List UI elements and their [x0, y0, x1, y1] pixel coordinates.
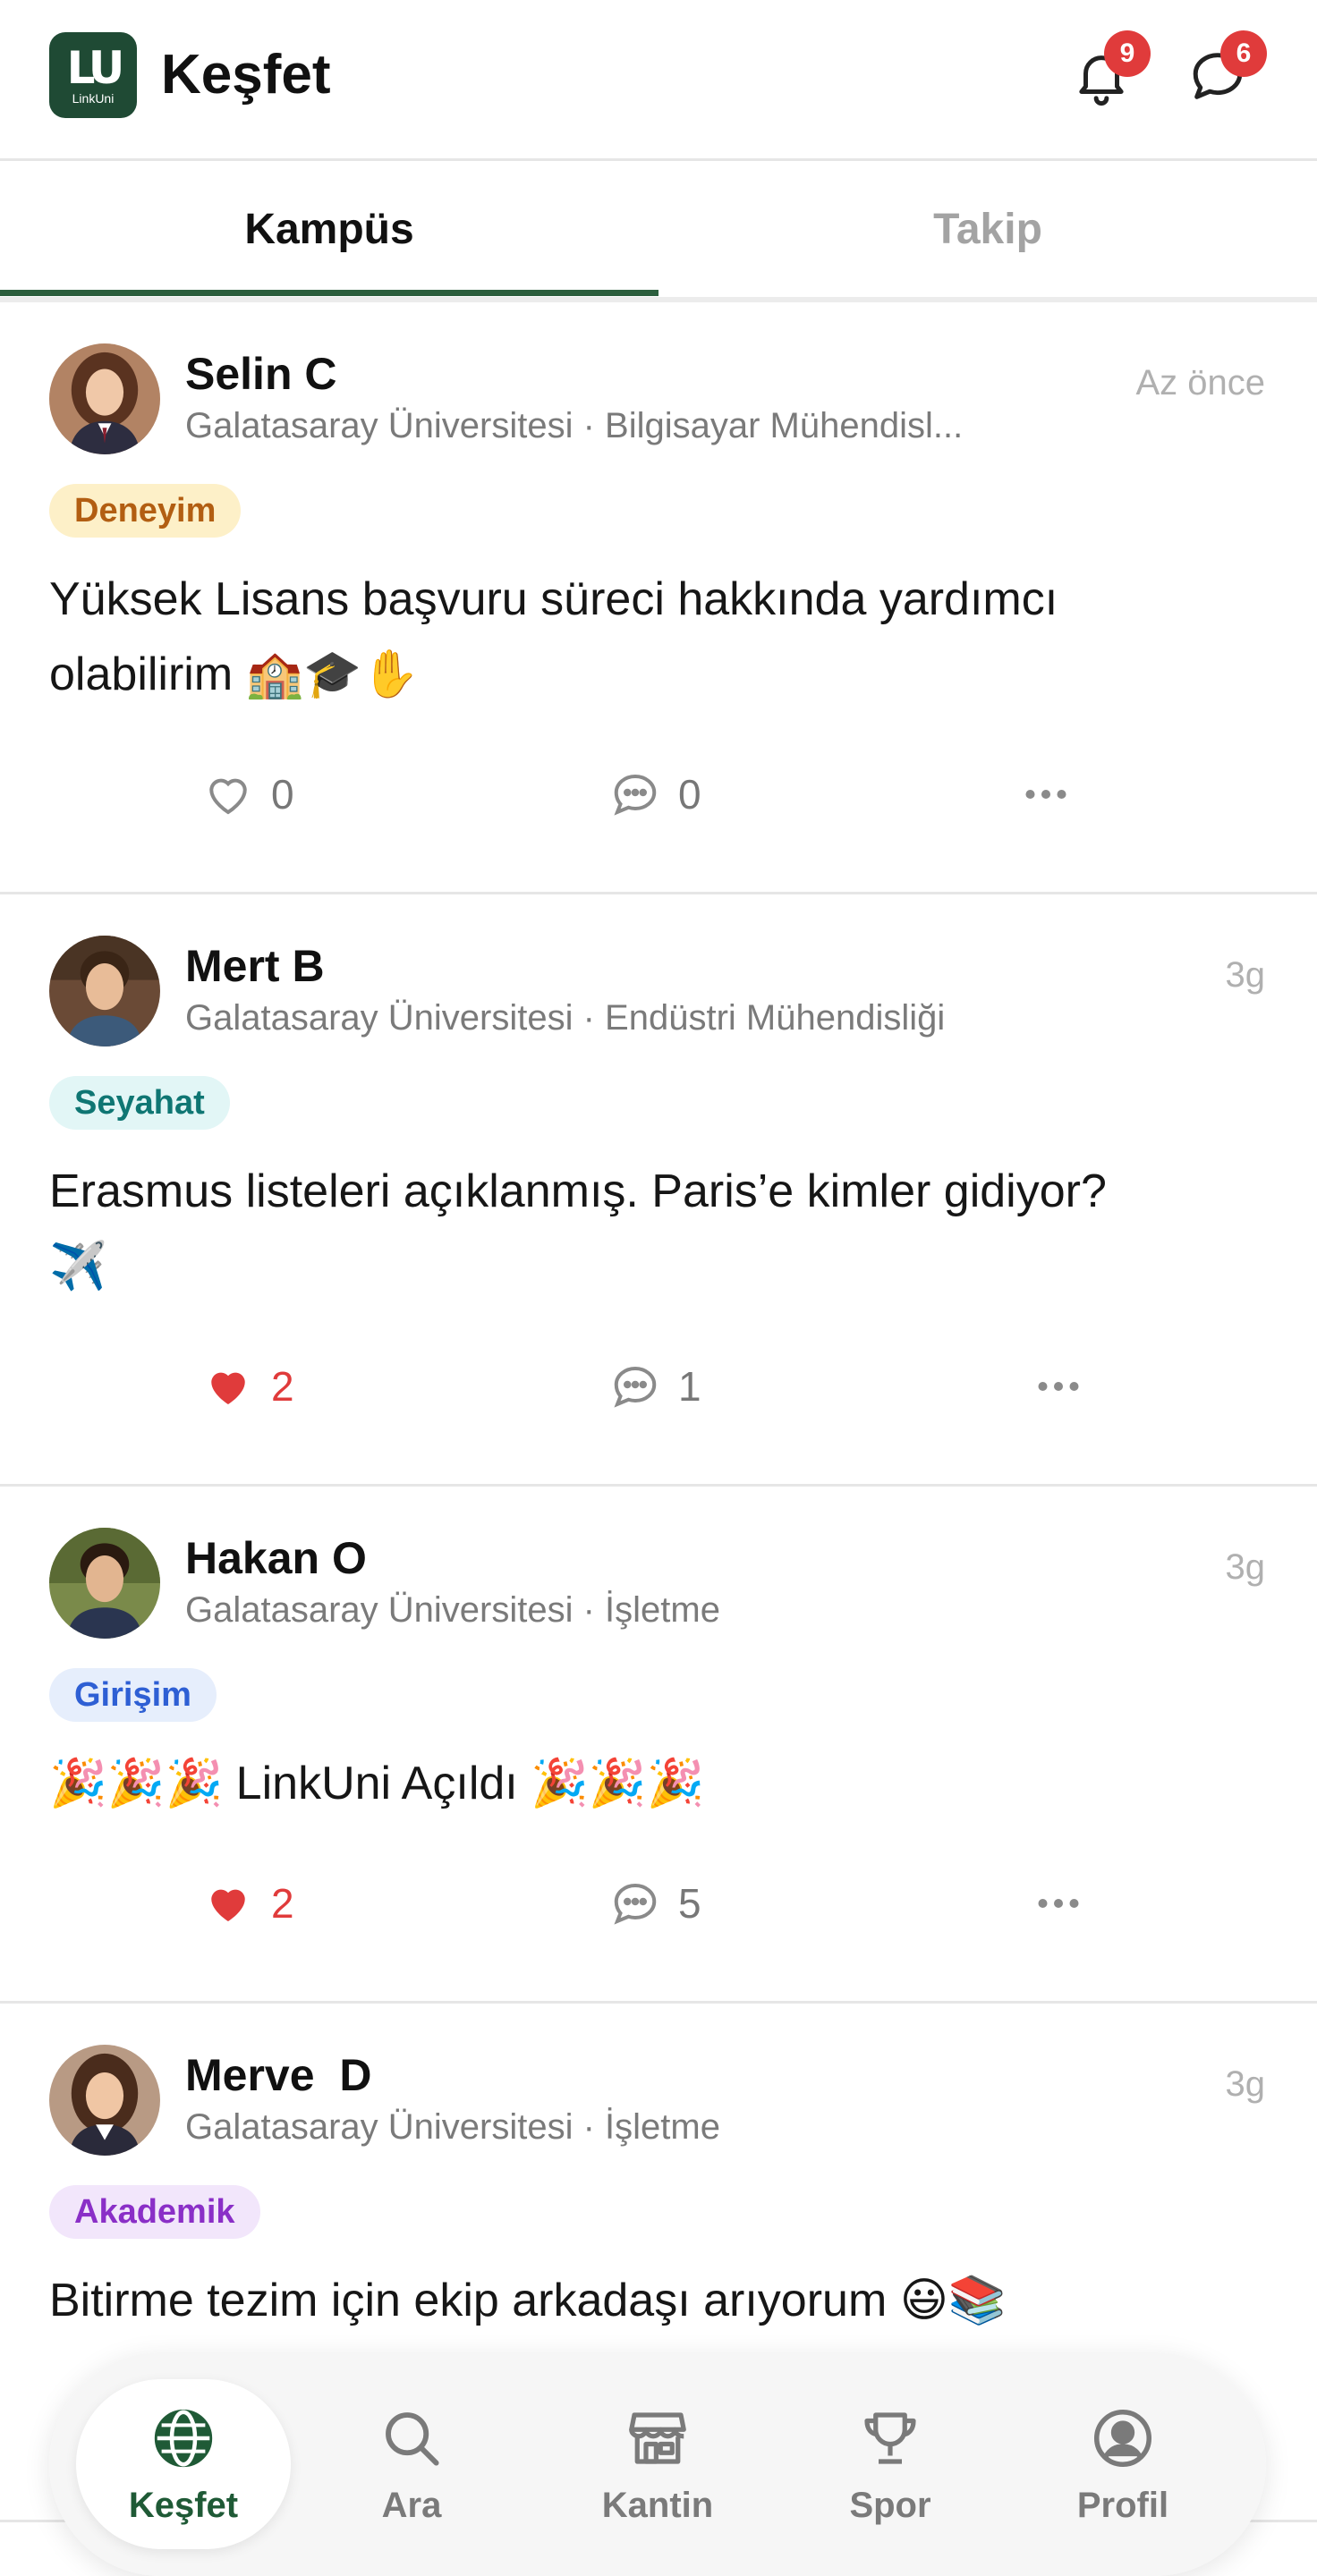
search-icon [386, 2411, 439, 2466]
nav-item-kesfet[interactable]: Keşfet [76, 2379, 291, 2549]
post-time: 3g [1225, 2064, 1266, 2104]
post-actions: 2 5 [0, 1868, 1317, 1939]
comment-button[interactable]: 0 [608, 758, 701, 830]
category-tag[interactable]: Girişim [49, 1668, 217, 1722]
post-card[interactable]: Hakan O Galatasaray Üniversitesi · İşlet… [0, 1487, 1317, 2004]
page-title: Keşfet [161, 44, 331, 106]
like-button[interactable]: 2 [201, 1351, 294, 1422]
like-count: 2 [271, 1363, 294, 1410]
category-tag[interactable]: Akademik [49, 2185, 260, 2239]
tab-takip[interactable]: Takip [658, 161, 1317, 297]
avatar[interactable] [49, 1528, 160, 1639]
post-text-line: olabilirim 🏫🎓✋ [49, 648, 420, 700]
comment-button[interactable]: 5 [608, 1868, 701, 1939]
trophy-icon [864, 2411, 916, 2464]
messages-badge: 6 [1220, 30, 1267, 77]
nav-label: Kantin [601, 2485, 714, 2525]
comment-count: 1 [678, 1363, 701, 1410]
avatar[interactable] [49, 2045, 160, 2156]
post-time: 3g [1225, 955, 1266, 995]
heart-filled-icon [211, 1889, 245, 1921]
logo-subtext: LinkUni [72, 91, 115, 106]
comment-count: 0 [678, 771, 701, 818]
nav-label: Keşfet [128, 2485, 239, 2525]
like-count: 2 [271, 1880, 294, 1927]
feed-tabs: Kampüs Takip [0, 161, 1317, 302]
messages-button[interactable]: 6 [1186, 30, 1267, 116]
nav-item-ara[interactable]: Ara [304, 2379, 519, 2549]
author-name[interactable]: Selin C [185, 347, 336, 401]
post-text-line: Bitirme tezim için ekip arkadaşı arıyoru… [49, 2275, 1007, 2326]
avatar[interactable] [49, 343, 160, 454]
tab-kampus[interactable]: Kampüs [0, 161, 658, 297]
linkuni-logo[interactable]: LU LinkUni [49, 32, 137, 118]
store-icon [629, 2411, 686, 2464]
comment-icon [614, 774, 657, 816]
author-name[interactable]: Merve D [185, 2048, 371, 2102]
active-tab-indicator [0, 290, 658, 296]
avatar[interactable] [49, 936, 160, 1046]
post-text-line: 🎉🎉🎉 LinkUni Açıldı 🎉🎉🎉 [49, 1758, 705, 1809]
post-text: 🎉🎉🎉 LinkUni Açıldı 🎉🎉🎉 [49, 1746, 1266, 1821]
post-time: 3g [1225, 1547, 1266, 1587]
post-text: Bitirme tezim için ekip arkadaşı arıyoru… [49, 2263, 1266, 2338]
heart-outline-icon [209, 778, 247, 815]
logo-text: LU [66, 42, 125, 94]
nav-label: Ara [381, 2485, 442, 2525]
bottom-navigation: Keşfet Ara Kantin Spor Profil [49, 2352, 1266, 2576]
post-card[interactable]: Selin C Galatasaray Üniversitesi · Bilgi… [0, 302, 1317, 894]
post-card[interactable]: Mert B Galatasaray Üniversitesi · Endüst… [0, 894, 1317, 1487]
nav-label: Spor [849, 2485, 931, 2525]
nav-item-spor[interactable]: Spor [783, 2379, 998, 2549]
more-dots-icon [1025, 790, 1066, 799]
comment-button[interactable]: 1 [608, 1351, 701, 1422]
heart-filled-icon [211, 1372, 245, 1404]
author-meta: Galatasaray Üniversitesi · Bilgisayar Mü… [185, 406, 964, 445]
notifications-button[interactable]: 9 [1070, 30, 1151, 116]
more-options-button[interactable] [1031, 1351, 1102, 1422]
app-header: LU LinkUni Keşfet 9 6 [0, 0, 1317, 161]
comment-icon [614, 1366, 657, 1408]
post-time: Az önce [1135, 363, 1265, 402]
comment-icon [614, 1883, 657, 1925]
post-text-line: Yüksek Lisans başvuru süreci hakkında ya… [49, 573, 1058, 625]
post-actions: 2 1 [0, 1351, 1317, 1422]
more-dots-icon [1038, 1899, 1079, 1908]
author-meta: Galatasaray Üniversitesi · İşletme [185, 1590, 720, 1630]
like-button[interactable]: 2 [201, 1868, 294, 1939]
comment-count: 5 [678, 1880, 701, 1927]
post-text: Yüksek Lisans başvuru süreci hakkında ya… [49, 562, 1266, 712]
profile-icon [1093, 2409, 1152, 2467]
globe-icon [154, 2409, 213, 2467]
more-options-button[interactable] [1031, 1868, 1102, 1939]
author-meta: Galatasaray Üniversitesi · Endüstri Mühe… [185, 998, 946, 1038]
more-dots-icon [1038, 1382, 1079, 1391]
post-text: Erasmus listeleri açıklanmış. Paris’e ki… [49, 1154, 1266, 1304]
notifications-badge: 9 [1104, 30, 1151, 77]
post-text-line: ✈️ [49, 1241, 107, 1292]
author-meta: Galatasaray Üniversitesi · İşletme [185, 2107, 720, 2147]
more-options-button[interactable] [1018, 758, 1090, 830]
post-actions: 0 0 [0, 758, 1317, 830]
nav-item-kantin[interactable]: Kantin [550, 2379, 765, 2549]
nav-item-profil[interactable]: Profil [1015, 2379, 1230, 2549]
nav-label: Profil [1076, 2485, 1169, 2525]
post-text-line: Erasmus listeleri açıklanmış. Paris’e ki… [49, 1165, 1107, 1217]
category-tag[interactable]: Seyahat [49, 1076, 230, 1130]
category-tag[interactable]: Deneyim [49, 484, 242, 538]
like-count: 0 [271, 771, 294, 818]
author-name[interactable]: Mert B [185, 939, 325, 993]
author-name[interactable]: Hakan O [185, 1531, 367, 1585]
like-button[interactable]: 0 [201, 758, 294, 830]
